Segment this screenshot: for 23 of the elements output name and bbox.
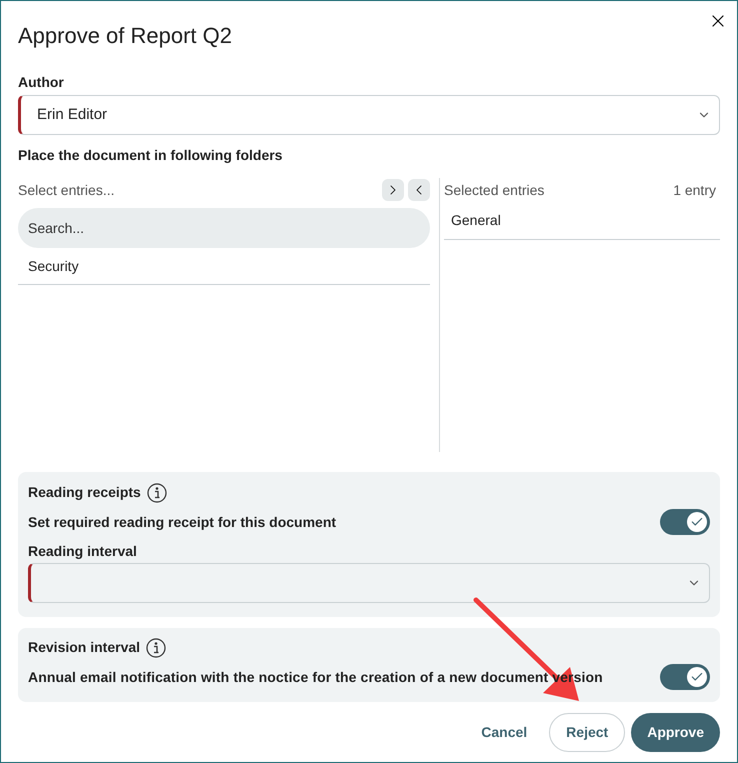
move-right-button[interactable] <box>382 179 404 201</box>
field-label: Author <box>18 73 65 92</box>
list-heading: Selected entries <box>444 180 544 200</box>
list-item[interactable]: Security <box>18 248 430 285</box>
list-heading: Select entries... <box>18 180 114 200</box>
search-field[interactable]: Search... <box>18 208 430 248</box>
info-icon <box>146 482 167 502</box>
move-left-button[interactable] <box>408 179 430 201</box>
toggle-switch[interactable] <box>660 509 710 535</box>
select-field[interactable]: Erin Editor <box>18 95 720 135</box>
info-icon <box>146 638 166 658</box>
approve-button[interactable]: Approve <box>631 713 720 752</box>
panel-title: Revision interval <box>28 638 140 657</box>
select-field[interactable] <box>28 563 710 603</box>
toggle-label: Set required reading receipt for this document <box>28 512 336 532</box>
field-label: Reading interval <box>28 542 138 561</box>
entry-count: 1 entry <box>673 180 716 200</box>
dialog-title: Approve of Report Q2 <box>18 22 232 50</box>
toggle-switch[interactable] <box>660 664 710 690</box>
section-label: Place the document in following folders <box>18 146 284 165</box>
reject-button[interactable]: Reject <box>549 713 626 752</box>
list-item[interactable]: General <box>444 202 720 240</box>
panel-title: Reading receipts <box>28 483 141 502</box>
